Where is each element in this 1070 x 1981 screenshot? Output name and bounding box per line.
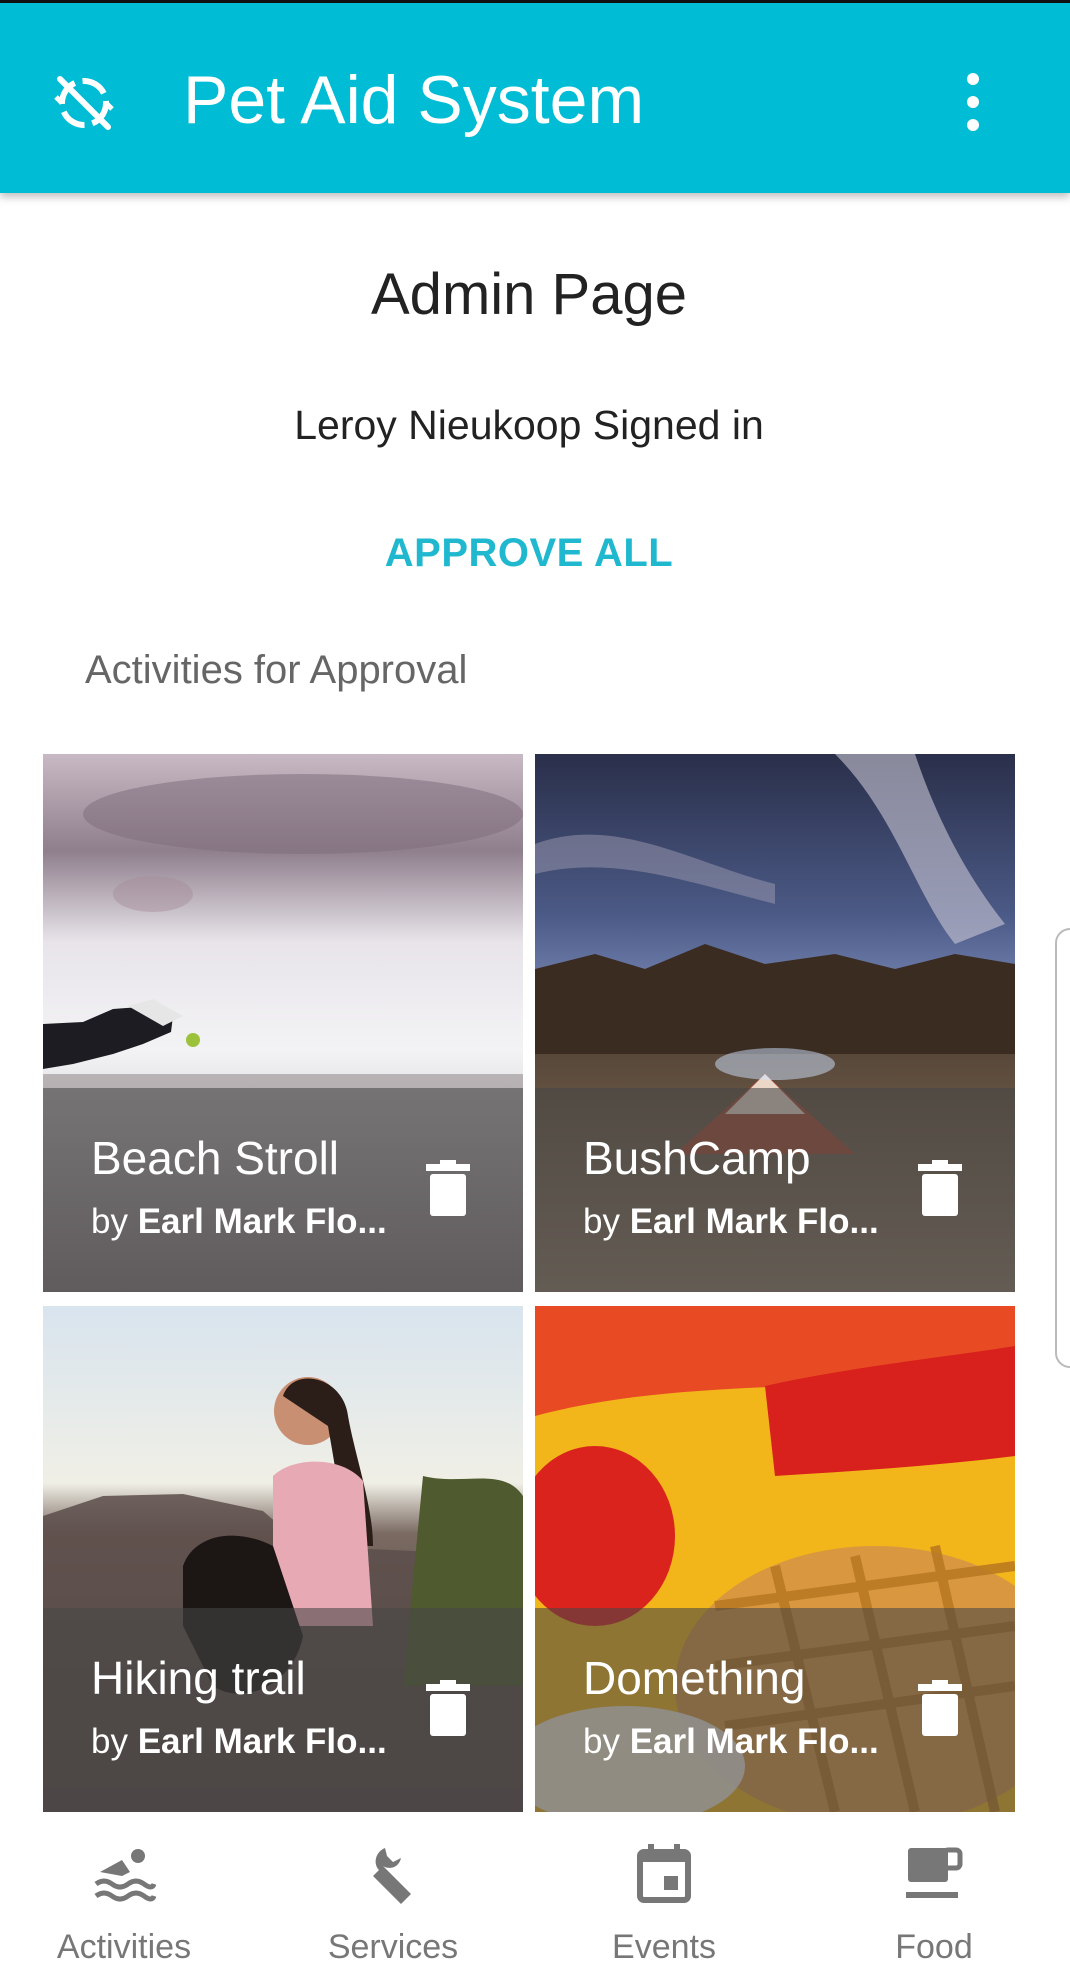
trash-icon[interactable] — [918, 1680, 962, 1736]
activity-author: by Earl Mark Flo... — [91, 1722, 387, 1761]
activity-title: Beach Stroll — [91, 1132, 340, 1184]
nav-events[interactable]: Events — [564, 1812, 764, 1981]
coffee-cup-icon — [906, 1847, 963, 1898]
activities-grid: Beach Stroll by Earl Mark Flo... BushCam… — [43, 754, 1015, 1812]
bottom-navigation: Activities Services Events Food — [0, 1812, 1070, 1981]
activity-title: Hiking trail — [91, 1652, 306, 1704]
activity-title: Domething — [583, 1652, 806, 1704]
activity-caption: Hiking trail by Earl Mark Flo... — [43, 1608, 523, 1812]
approve-all-button[interactable]: APPROVE ALL — [364, 520, 694, 586]
nav-label: Food — [895, 1928, 973, 1966]
activity-caption: Domething by Earl Mark Flo... — [535, 1608, 1015, 1812]
trash-icon[interactable] — [918, 1160, 962, 1216]
signed-in-status: Leroy Nieukoop Signed in — [294, 402, 764, 448]
app-bar: Pet Aid System — [0, 0, 1070, 193]
wrench-icon — [373, 1848, 411, 1904]
sync-disabled-icon[interactable] — [50, 69, 118, 137]
activity-caption: BushCamp by Earl Mark Flo... — [535, 1088, 1015, 1292]
app-title: Pet Aid System — [183, 62, 645, 138]
activity-card[interactable]: Hiking trail by Earl Mark Flo... — [43, 1306, 523, 1812]
activity-caption: Beach Stroll by Earl Mark Flo... — [43, 1088, 523, 1292]
swimmer-icon — [94, 1849, 156, 1902]
nav-food[interactable]: Food — [834, 1812, 1034, 1981]
nav-activities[interactable]: Activities — [24, 1812, 224, 1981]
activity-card[interactable]: Domething by Earl Mark Flo... — [535, 1306, 1015, 1812]
section-label: Activities for Approval — [85, 648, 468, 692]
trash-icon[interactable] — [426, 1160, 470, 1216]
nav-label: Activities — [56, 1928, 192, 1966]
activity-title: BushCamp — [583, 1132, 811, 1184]
activity-card[interactable]: BushCamp by Earl Mark Flo... — [535, 754, 1015, 1292]
activity-author: by Earl Mark Flo... — [583, 1202, 879, 1241]
page: Pet Aid System Admin Page Leroy Nieukoop… — [0, 0, 1070, 1981]
activity-author: by Earl Mark Flo... — [91, 1202, 387, 1241]
nav-label: Services — [327, 1928, 459, 1966]
scroll-handle[interactable] — [1055, 928, 1070, 1368]
nav-label: Events — [612, 1928, 716, 1966]
calendar-icon — [637, 1844, 691, 1903]
nav-services[interactable]: Services — [293, 1812, 493, 1981]
more-vert-icon[interactable] — [948, 69, 998, 135]
activity-author: by Earl Mark Flo... — [583, 1722, 879, 1761]
trash-icon[interactable] — [426, 1680, 470, 1736]
page-title: Admin Page — [371, 262, 687, 327]
activity-card[interactable]: Beach Stroll by Earl Mark Flo... — [43, 754, 523, 1292]
